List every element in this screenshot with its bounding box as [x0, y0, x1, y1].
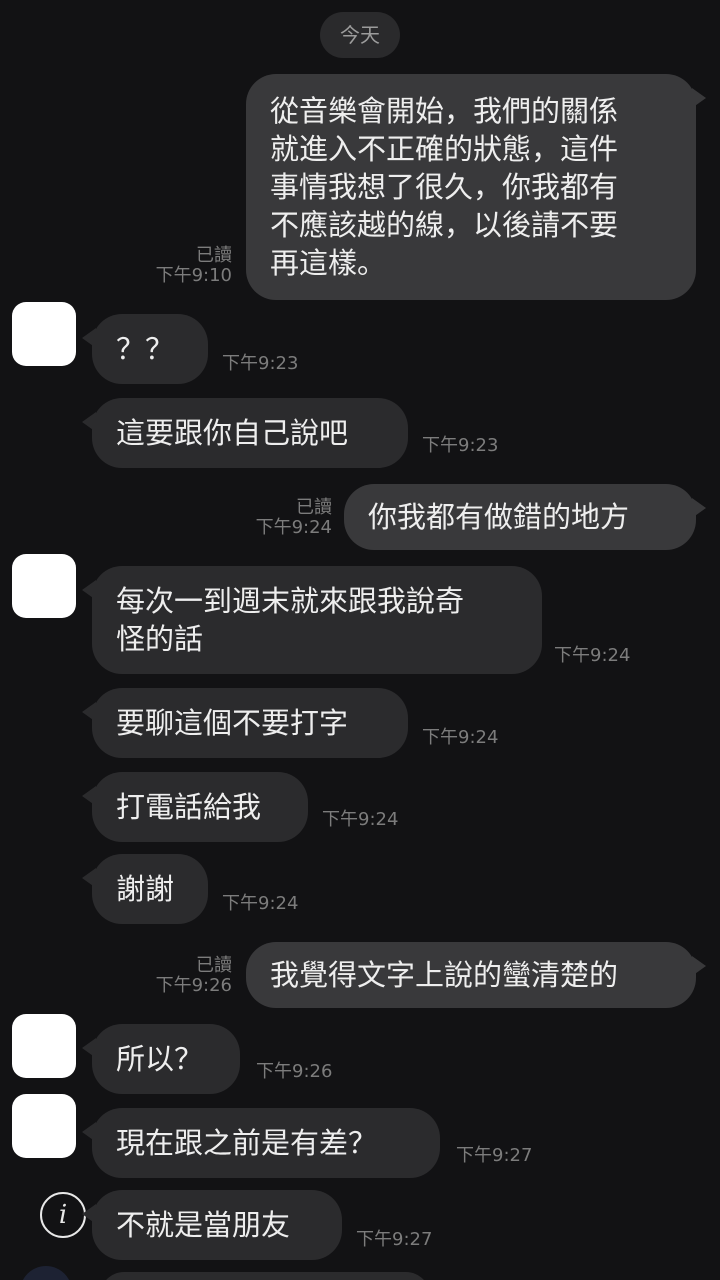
incoming-message-bubble[interactable]: 現在跟之前是有差？	[82, 1108, 440, 1178]
message-time: 下午9:10	[155, 265, 232, 286]
contact-avatar[interactable]	[20, 1266, 72, 1280]
incoming-message-bubble[interactable]: 不就是當朋友	[82, 1190, 342, 1260]
message-time: 下午9:24	[255, 517, 332, 538]
outgoing-message-bubble[interactable]: 你我都有做錯的地方	[344, 484, 706, 550]
read-receipt: 已讀	[296, 497, 332, 518]
message-time: 下午9:23	[422, 435, 499, 456]
contact-avatar[interactable]	[12, 554, 76, 618]
contact-avatar[interactable]	[12, 1014, 76, 1078]
outgoing-message-bubble[interactable]: 從音樂會開始，我們的關係 就進入不正確的狀態，這件 事情我想了很久，你我都有 不…	[246, 74, 706, 300]
message-time: 下午9:24	[554, 645, 631, 666]
info-icon[interactable]: i	[40, 1192, 86, 1238]
incoming-message-bubble[interactable]: 謝謝	[82, 854, 208, 924]
incoming-message-bubble[interactable]: 要聊這個不要打字	[82, 688, 408, 758]
incoming-message-bubble[interactable]: ？？	[82, 314, 208, 384]
incoming-message-bubble[interactable]: 打電話給我	[82, 772, 308, 842]
message-time: 下午9:24	[322, 809, 399, 830]
contact-avatar[interactable]	[12, 302, 76, 366]
message-meta: 已讀 下午9:26	[140, 956, 232, 996]
read-receipt: 已讀	[196, 245, 232, 266]
message-time: 下午9:27	[356, 1229, 433, 1250]
date-divider: 今天	[320, 12, 400, 58]
message-time: 下午9:26	[155, 975, 232, 996]
message-time: 下午9:23	[222, 353, 299, 374]
message-time: 下午9:26	[256, 1061, 333, 1082]
chat-screen: 今天 已讀 下午9:10 從音樂會開始，我們的關係 就進入不正確的狀態，這件 事…	[0, 0, 720, 1280]
outgoing-message-bubble[interactable]: 我覺得文字上說的蠻清楚的	[246, 942, 706, 1008]
message-meta: 已讀 下午9:24	[238, 498, 332, 538]
message-meta: 已讀 下午9:10	[140, 246, 232, 286]
message-time: 下午9:24	[222, 893, 299, 914]
read-receipt: 已讀	[196, 955, 232, 976]
incoming-message-bubble[interactable]: 這要跟你自己說吧	[82, 398, 408, 468]
message-time: 下午9:27	[456, 1145, 533, 1166]
incoming-message-bubble[interactable]	[100, 1272, 430, 1280]
incoming-message-bubble[interactable]: 所以？	[82, 1024, 240, 1094]
message-time: 下午9:24	[422, 727, 499, 748]
contact-avatar[interactable]	[12, 1094, 76, 1158]
incoming-message-bubble[interactable]: 每次一到週末就來跟我說奇 怪的話	[82, 566, 542, 674]
